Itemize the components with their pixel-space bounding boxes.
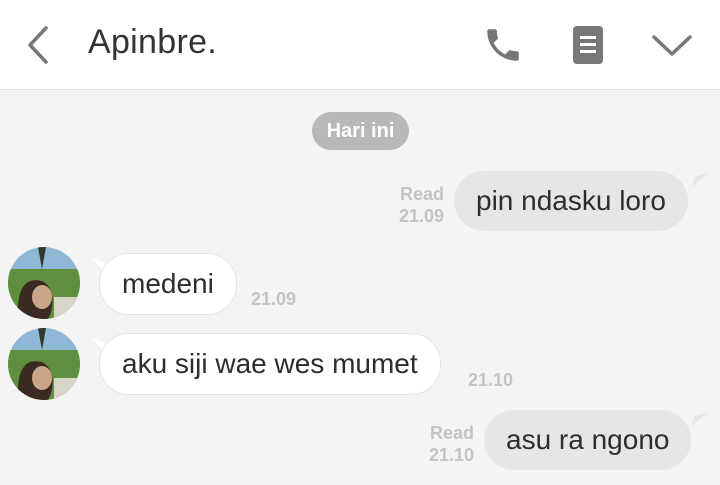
outgoing-message-bubble[interactable]: pin ndasku loro: [454, 171, 688, 231]
note-icon: [573, 26, 603, 64]
bubble-tail: [692, 173, 708, 187]
back-button[interactable]: [22, 24, 58, 66]
incoming-message-bubble[interactable]: aku siji wae wes mumet: [99, 333, 441, 395]
message-time: 21.09: [398, 206, 444, 226]
chat-screen: Apinbre. Hari ini Read 21.09 pin ndasku …: [0, 0, 720, 485]
profile-photo: [8, 247, 80, 319]
contact-name: Apinbre.: [88, 23, 218, 61]
message-time: 21.10: [468, 370, 514, 390]
message-text: asu ra ngono: [506, 424, 670, 455]
outgoing-message-bubble[interactable]: asu ra ngono: [484, 410, 692, 470]
bubble-tail: [692, 412, 708, 426]
message-text: medeni: [122, 268, 214, 299]
chat-header: Apinbre.: [0, 0, 720, 90]
message-time: 21.09: [251, 289, 297, 309]
chevron-left-icon: [28, 26, 48, 64]
read-status: Read: [429, 423, 474, 443]
message-text: pin ndasku loro: [476, 185, 666, 216]
incoming-message-bubble[interactable]: medeni: [99, 253, 237, 315]
chevron-down-icon: [652, 35, 692, 56]
expand-menu-button[interactable]: [650, 30, 694, 60]
avatar[interactable]: [8, 247, 80, 319]
message-time: 21.10: [428, 445, 474, 465]
read-status: Read: [399, 184, 444, 204]
notes-menu-button[interactable]: [572, 25, 604, 65]
phone-icon: [487, 29, 519, 61]
message-meta: Read 21.10: [408, 422, 474, 466]
message-meta: Read 21.09: [378, 183, 444, 227]
date-separator: Hari ini: [312, 112, 409, 150]
avatar[interactable]: [8, 328, 80, 400]
profile-photo: [8, 328, 80, 400]
call-button[interactable]: [482, 24, 524, 66]
message-text: aku siji wae wes mumet: [122, 348, 418, 379]
